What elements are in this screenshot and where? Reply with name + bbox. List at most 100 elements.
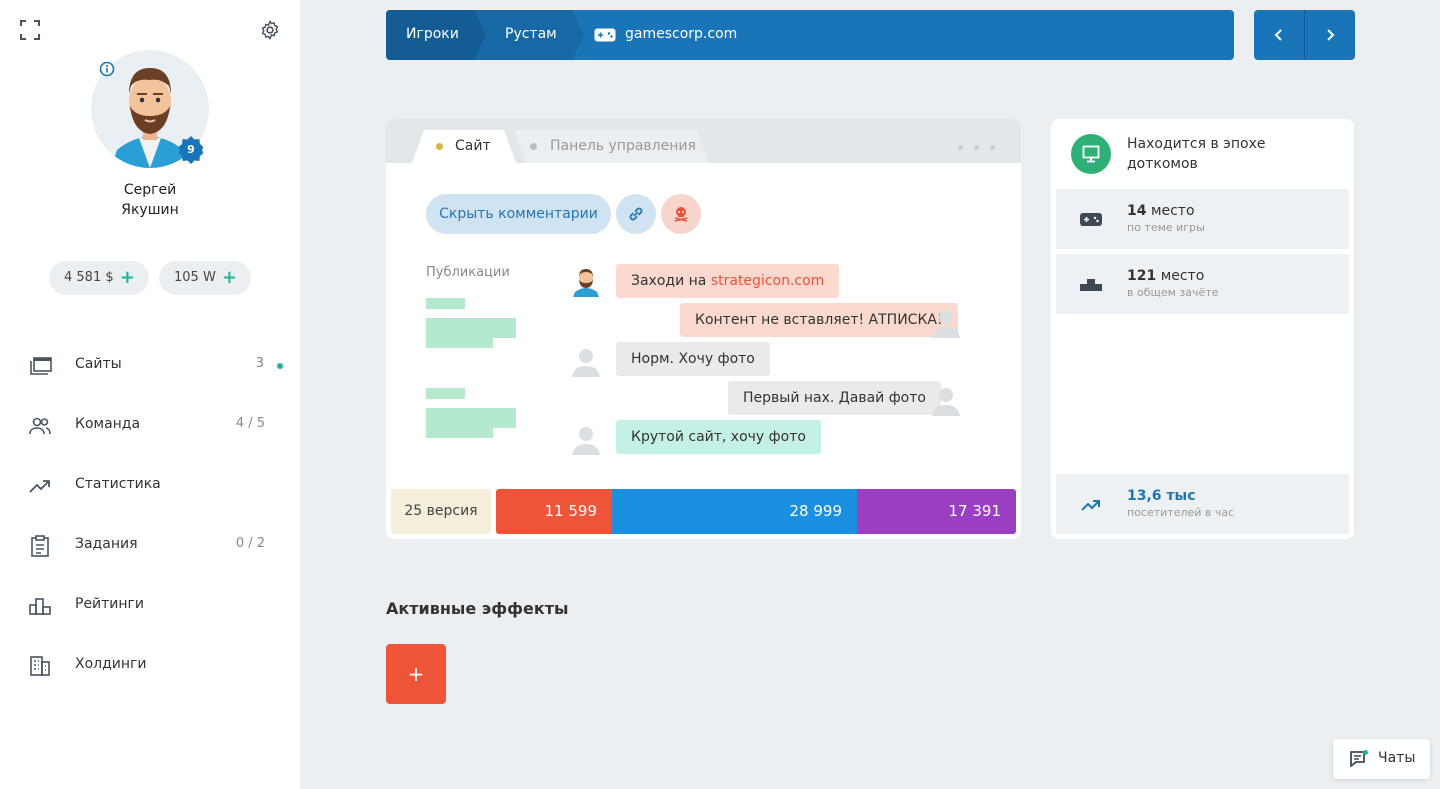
rank-topic-place: 14 xyxy=(1127,203,1147,219)
sidebar: 9 Сергей Якушин 4 581 $ + 105 W + Сайты … xyxy=(0,0,300,789)
money-pill[interactable]: 4 581 $ + xyxy=(49,261,149,295)
publications-label: Публикации xyxy=(426,265,510,280)
epoch-line: доткомов xyxy=(1127,156,1198,172)
nav-label: Задания xyxy=(75,536,138,552)
nav-label: Рейтинги xyxy=(75,596,145,612)
rank-topic-box: 14 место по теме игры xyxy=(1056,189,1349,249)
comment-text: Заходи на xyxy=(631,273,711,289)
version-label: 25 версия xyxy=(391,489,491,534)
nav-item-stats[interactable]: Статистика xyxy=(0,466,300,506)
user-placeholder-icon xyxy=(932,388,960,416)
visitors-box: 13,6 тыс посетителей в час xyxy=(1056,474,1349,534)
tab-label[interactable]: Панель управления xyxy=(550,138,696,154)
hide-comments-button[interactable]: Скрыть комментарии xyxy=(426,194,611,234)
site-card: Сайт Панель управления Скрыть комментари… xyxy=(386,119,1021,539)
nav-item-holdings[interactable]: Холдинги xyxy=(0,646,300,686)
breadcrumb-label-site: gamescorp.com xyxy=(625,26,738,42)
level-value: 9 xyxy=(187,143,195,156)
publication-placeholder xyxy=(426,388,465,399)
nav-count: 4 / 5 xyxy=(235,416,265,431)
holdings-icon xyxy=(30,656,50,676)
rank-total-place: 121 xyxy=(1127,268,1157,284)
link-button[interactable] xyxy=(616,194,656,234)
rank-total-text: 121 место xyxy=(1127,268,1204,284)
pager xyxy=(1254,10,1355,60)
monitor-icon xyxy=(1082,145,1100,163)
comment-bubble: Заходи на strategicon.com xyxy=(616,264,840,298)
publication-placeholder xyxy=(426,408,516,428)
user-placeholder-icon xyxy=(572,349,600,377)
status-dot xyxy=(277,363,283,369)
tab-bar: Сайт Панель управления xyxy=(386,119,1021,163)
rank-total-box: 121 место в общем зачёте xyxy=(1056,254,1349,314)
money-value: 4 581 $ xyxy=(64,270,114,285)
comment-bubble: Крутой сайт, хочу фото xyxy=(616,420,821,454)
add-power-icon[interactable]: + xyxy=(222,261,237,295)
comment-bubble: Норм. Хочу фото xyxy=(616,342,770,376)
chats-button[interactable]: Чаты xyxy=(1333,739,1430,779)
breadcrumb-label[interactable]: Игроки xyxy=(406,26,459,42)
team-icon xyxy=(29,417,51,435)
nav-label: Команда xyxy=(75,416,141,432)
nav-label: Сайты xyxy=(75,356,122,372)
more-icon[interactable] xyxy=(958,138,1006,154)
publication-placeholder xyxy=(426,318,516,338)
chevron-left-icon[interactable] xyxy=(1272,28,1286,42)
gear-icon[interactable] xyxy=(259,19,281,41)
effects-title: Активные эффекты xyxy=(386,599,569,618)
tab-dot xyxy=(436,143,443,150)
user-last-name: Якушин xyxy=(121,202,179,218)
tab-dot xyxy=(530,143,537,150)
breadcrumb: Игроки Рустам gamescorp.com xyxy=(386,10,1234,60)
chevron-right-icon[interactable] xyxy=(1323,28,1337,42)
comment-bubble: Контент не вставляет! АТПИСКА! xyxy=(680,303,958,337)
comment-link[interactable]: strategicon.com xyxy=(711,273,824,289)
tasks-icon xyxy=(31,535,49,557)
epoch-line: Находится в эпохе xyxy=(1127,136,1266,152)
nav-count: 3 xyxy=(255,356,264,371)
breadcrumb-label[interactable]: Рустам xyxy=(505,26,557,42)
power-value: 105 W xyxy=(174,270,216,285)
divider xyxy=(1304,10,1305,60)
level-badge: 9 xyxy=(177,136,205,164)
podium-icon xyxy=(1080,279,1102,291)
site-info-panel: Находится в эпохе доткомов 14 место по т… xyxy=(1051,119,1354,539)
rank-topic-text: 14 место xyxy=(1127,203,1195,219)
nav-label: Холдинги xyxy=(75,656,147,672)
gamepad-icon xyxy=(594,28,616,42)
rank-total-word: место xyxy=(1160,268,1205,284)
publication-placeholder xyxy=(426,338,493,348)
stats-icon xyxy=(29,480,50,493)
power-pill[interactable]: 105 W + xyxy=(159,261,251,295)
epoch-badge xyxy=(1071,134,1111,174)
sites-icon xyxy=(30,357,52,375)
visitors-sub: посетителей в час xyxy=(1127,506,1235,519)
publication-placeholder xyxy=(426,298,465,309)
nav-item-team[interactable]: Команда 4 / 5 xyxy=(0,406,300,446)
user-placeholder-icon xyxy=(932,310,960,338)
rank-topic-word: место xyxy=(1150,203,1195,219)
nav-item-ratings[interactable]: Рейтинги xyxy=(0,586,300,626)
info-icon[interactable] xyxy=(99,61,115,77)
skull-icon xyxy=(674,207,688,222)
rank-total-sub: в общем зачёте xyxy=(1127,286,1219,299)
trending-up-icon xyxy=(1081,500,1100,511)
fullscreen-icon[interactable] xyxy=(20,20,40,40)
add-effect-button[interactable]: + xyxy=(386,644,446,704)
chats-label: Чаты xyxy=(1378,750,1416,766)
visitors-value: 13,6 тыс xyxy=(1127,488,1196,504)
nav-item-sites[interactable]: Сайты 3 xyxy=(0,346,300,386)
stat-bar-purple: 17 391 xyxy=(857,489,1016,534)
comment-bubble: Первый нах. Давай фото xyxy=(728,381,941,415)
hack-button[interactable] xyxy=(661,194,701,234)
nav-item-tasks[interactable]: Задания 0 / 2 xyxy=(0,526,300,566)
user-name: Сергей Якушин xyxy=(0,180,300,220)
nav-count: 0 / 2 xyxy=(235,536,265,551)
chat-icon xyxy=(1350,750,1368,767)
publication-placeholder xyxy=(426,428,493,438)
tab-label[interactable]: Сайт xyxy=(455,138,491,154)
nav-label: Статистика xyxy=(75,476,161,492)
add-money-icon[interactable]: + xyxy=(120,261,135,295)
user-first-name: Сергей xyxy=(123,182,177,198)
stat-bar-blue: 28 999 xyxy=(612,489,857,534)
